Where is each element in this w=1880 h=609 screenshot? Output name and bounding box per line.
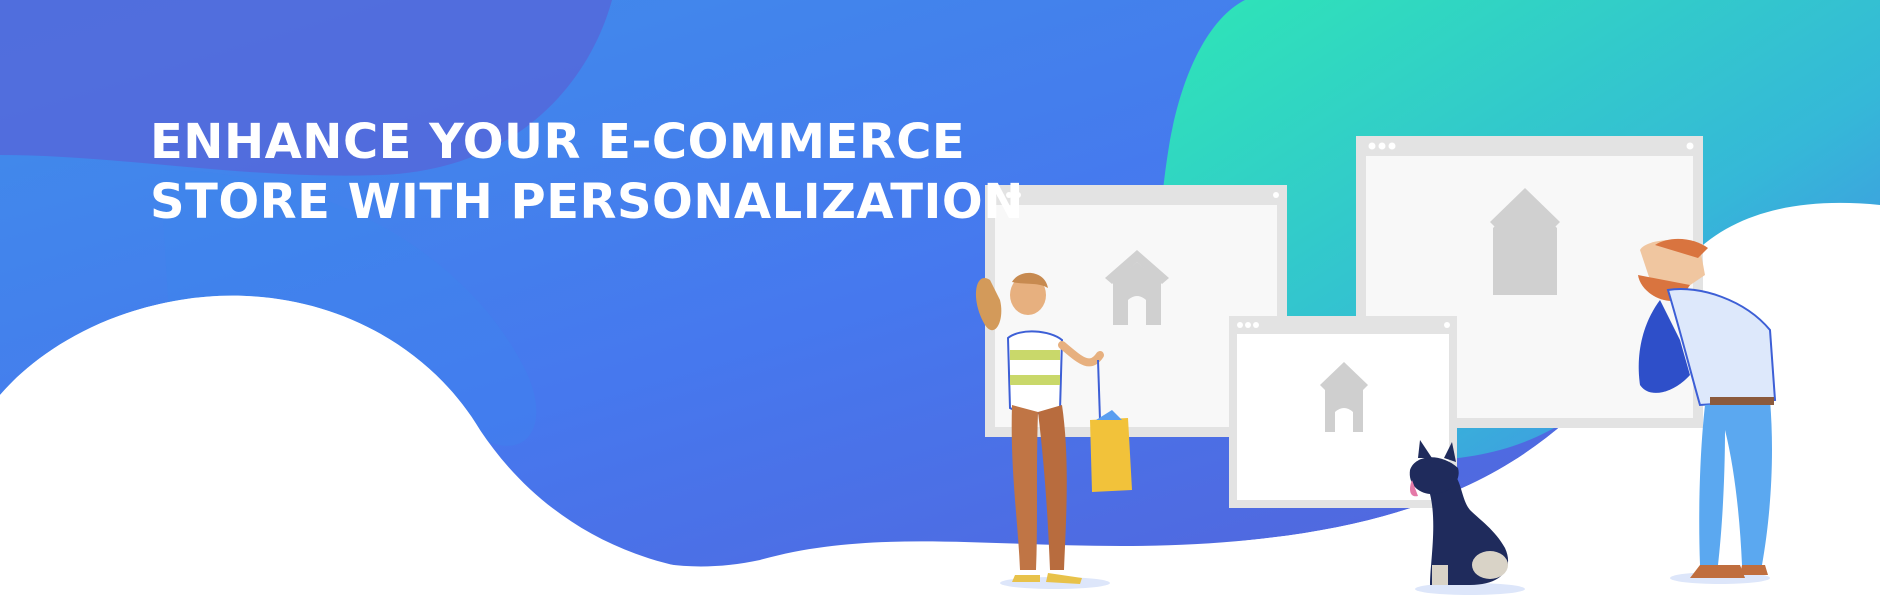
headline-line-2: STORE WITH PERSONALIZATION [150, 174, 1024, 230]
hero-headline: ENHANCE YOUR E-COMMERCE STORE WITH PERSO… [150, 112, 1024, 232]
hero-background [0, 0, 1880, 609]
hero-banner: ENHANCE YOUR E-COMMERCE STORE WITH PERSO… [0, 0, 1880, 609]
headline-line-1: ENHANCE YOUR E-COMMERCE [150, 114, 966, 170]
